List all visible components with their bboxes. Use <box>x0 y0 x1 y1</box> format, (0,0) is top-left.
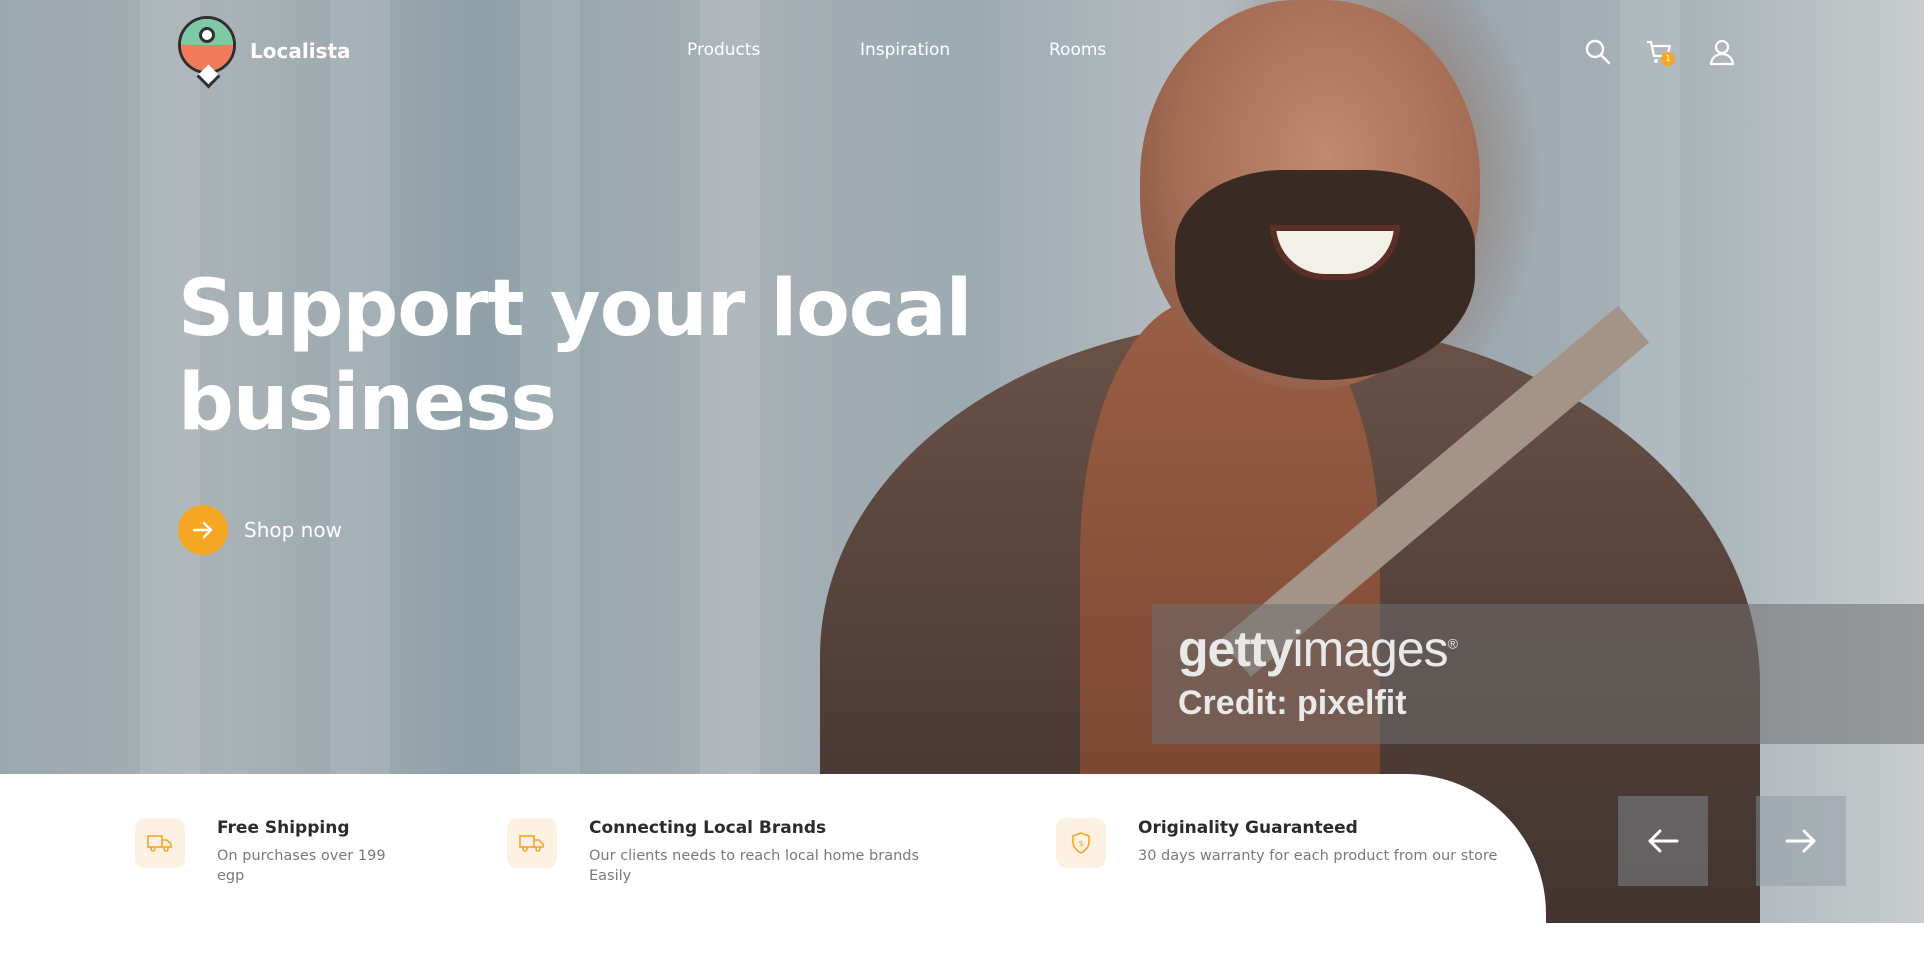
getty-watermark: gettyimages® Credit: pixelfit <box>1152 604 1924 744</box>
nav-item-products[interactable]: Products <box>687 40 760 60</box>
watermark-credit: Credit: pixelfit <box>1178 684 1407 722</box>
truck-icon <box>507 818 557 868</box>
nav-item-inspiration[interactable]: Inspiration <box>860 40 950 60</box>
shop-now-label: Shop now <box>244 518 342 542</box>
cart-count-badge: 1 <box>1661 52 1675 66</box>
brand-name: Localista <box>250 39 351 63</box>
svg-text:$: $ <box>1078 839 1083 848</box>
arrow-right-icon <box>178 505 228 555</box>
carousel-prev-button[interactable] <box>1618 796 1708 886</box>
shop-now-button[interactable]: Shop now <box>178 505 342 555</box>
features-strip: Free Shipping On purchases over 199 egp … <box>0 774 1546 924</box>
brand-logo-link[interactable]: Localista <box>178 16 351 89</box>
search-icon[interactable] <box>1584 38 1614 68</box>
feature-title: Connecting Local Brands <box>589 818 827 838</box>
shield-icon: $ <box>1056 818 1106 868</box>
arrow-left-icon <box>1648 829 1679 853</box>
cart-icon[interactable]: 1 <box>1645 38 1675 68</box>
truck-icon <box>135 818 185 868</box>
feature-description: Our clients needs to reach local home br… <box>589 848 920 884</box>
feature-title: Originality Guaranteed <box>1138 818 1358 838</box>
user-icon[interactable] <box>1708 38 1738 68</box>
nav-item-rooms[interactable]: Rooms <box>1049 40 1106 60</box>
feature-description: 30 days warranty for each product from o… <box>1138 848 1498 864</box>
site-header: Localista Products Inspiration Rooms 1 <box>0 0 1924 102</box>
arrow-right-icon <box>1785 829 1816 853</box>
feature-description: On purchases over 199 egp <box>217 848 386 884</box>
hero-headline: Support your local business <box>178 264 972 448</box>
watermark-logo: gettyimages® <box>1178 621 1458 677</box>
localista-logo-icon <box>178 16 238 89</box>
feature-title: Free Shipping <box>217 818 350 838</box>
carousel-next-button[interactable] <box>1756 796 1846 886</box>
